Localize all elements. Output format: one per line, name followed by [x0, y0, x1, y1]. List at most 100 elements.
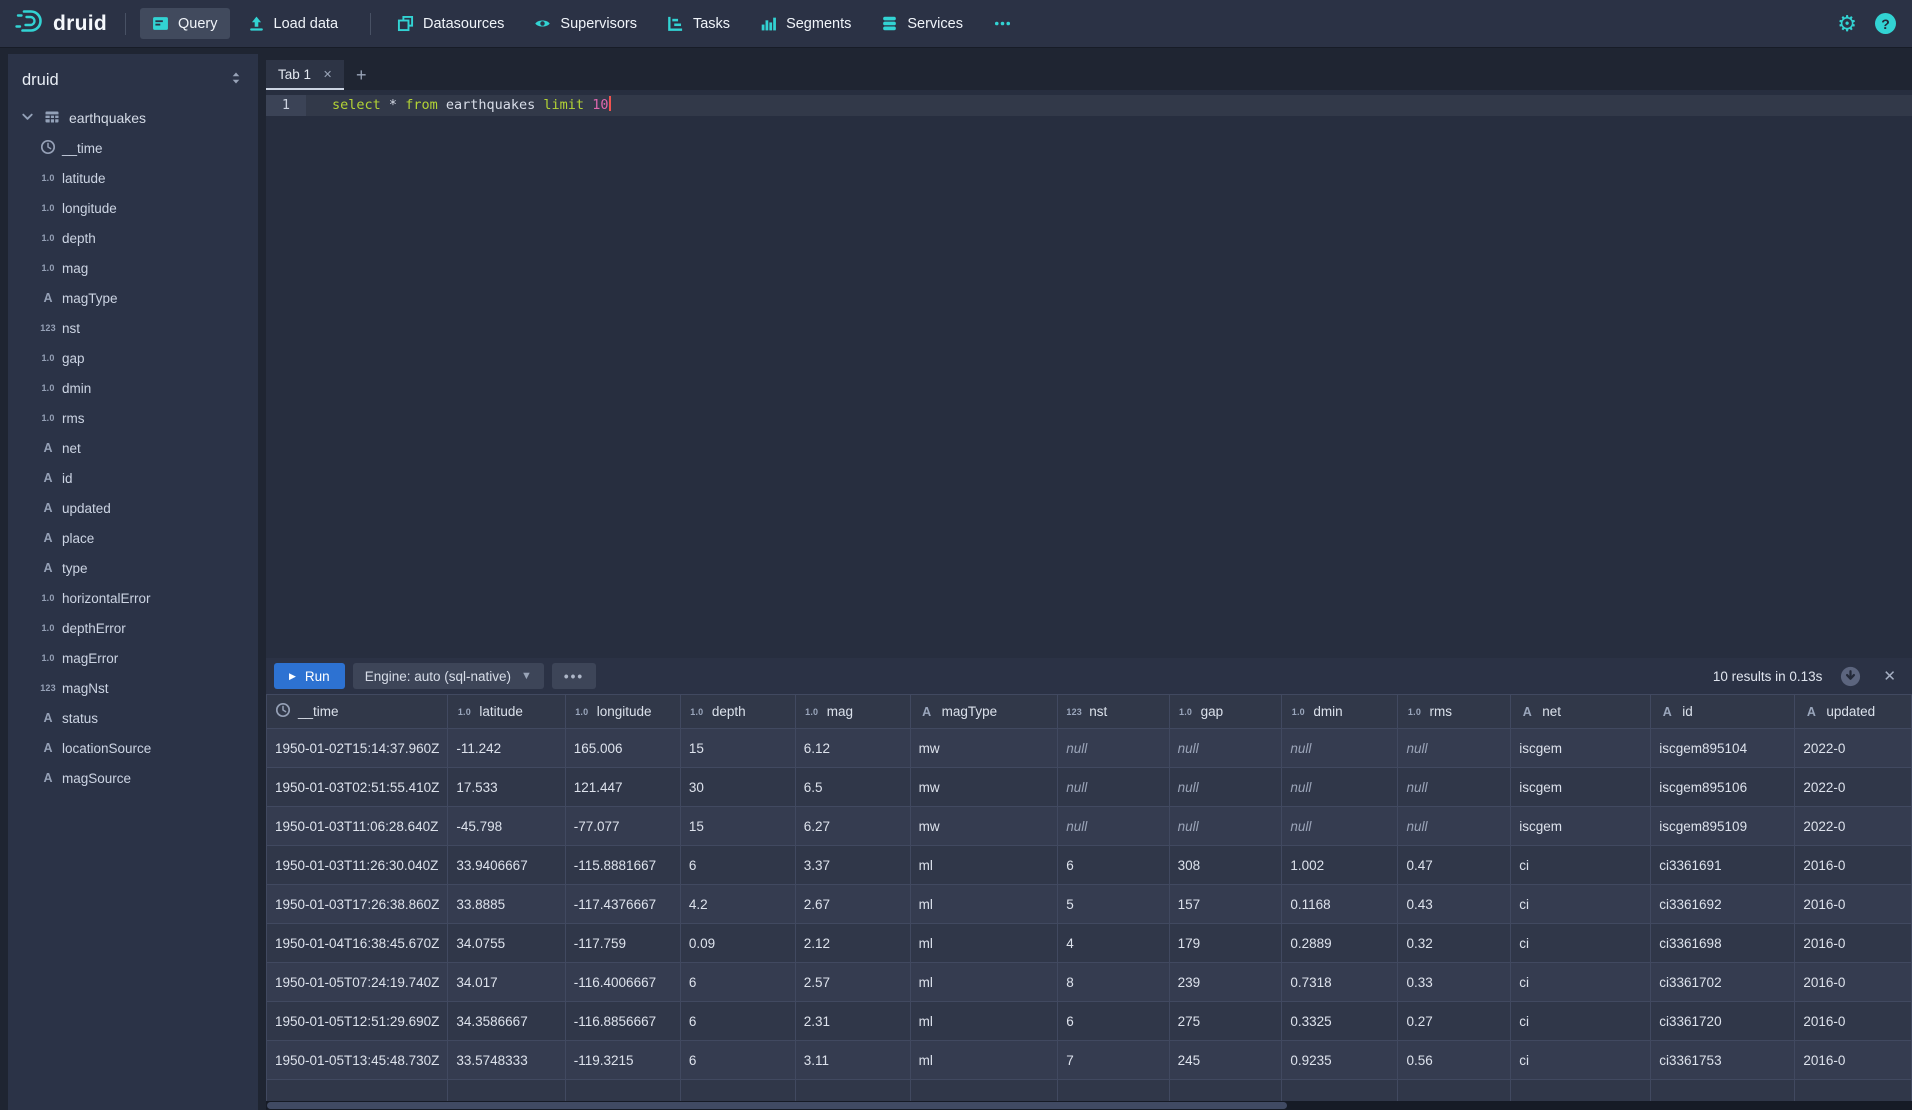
column-header-magType[interactable]: AmagType — [910, 695, 1058, 729]
column-header-dmin[interactable]: 1.0dmin — [1282, 695, 1398, 729]
cell-dmin[interactable]: 0.7318 — [1282, 963, 1398, 1002]
cell-gap[interactable]: 275 — [1169, 1002, 1282, 1041]
sidebar-column-net[interactable]: Anet — [8, 433, 258, 463]
cell-time[interactable]: 1950-01-04T16:38:45.670Z — [267, 924, 448, 963]
sidebar-column-nst[interactable]: 123nst — [8, 313, 258, 343]
editor-line-1[interactable]: 1 select * from earthquakes limit 10 — [266, 95, 1912, 116]
cell-dmin[interactable]: null — [1282, 807, 1398, 846]
cell-time[interactable]: 1950-01-03T11:06:28.640Z — [267, 807, 448, 846]
druid-logo[interactable]: druid — [14, 6, 107, 41]
cell-magType[interactable]: ml — [910, 924, 1058, 963]
cell-nst[interactable]: null — [1058, 807, 1169, 846]
cell-dmin[interactable]: 0.1168 — [1282, 885, 1398, 924]
cell-rms[interactable]: 0.43 — [1398, 885, 1511, 924]
cell-magType[interactable]: ml — [910, 885, 1058, 924]
cell-gap[interactable]: 179 — [1169, 924, 1282, 963]
cell-net[interactable]: ci — [1511, 1002, 1651, 1041]
cell-rms[interactable]: 0.33 — [1398, 963, 1511, 1002]
cell-mag[interactable]: 6.27 — [795, 807, 910, 846]
cell-rms[interactable]: null — [1398, 729, 1511, 768]
tab-tab1[interactable]: Tab 1 ✕ — [266, 60, 344, 90]
cell-magType[interactable]: ml — [910, 963, 1058, 1002]
cell-net[interactable]: ci — [1511, 1041, 1651, 1080]
scrollbar-thumb[interactable] — [267, 1102, 1287, 1109]
column-header-longitude[interactable]: 1.0longitude — [565, 695, 680, 729]
sidebar-column-magSource[interactable]: AmagSource — [8, 763, 258, 793]
cell-gap[interactable]: 239 — [1169, 963, 1282, 1002]
cell-longitude[interactable]: -117.4376667 — [565, 885, 680, 924]
cell-latitude[interactable]: 33.9406667 — [448, 846, 565, 885]
column-header-updated[interactable]: Aupdated — [1795, 695, 1912, 729]
cell-gap[interactable]: null — [1169, 807, 1282, 846]
sidebar-column-longitude[interactable]: 1.0longitude — [8, 193, 258, 223]
column-header-id[interactable]: Aid — [1651, 695, 1795, 729]
sidebar-column-latitude[interactable]: 1.0latitude — [8, 163, 258, 193]
column-header-nst[interactable]: 123nst — [1058, 695, 1169, 729]
nav-item-tasks[interactable]: Tasks — [655, 8, 742, 39]
cell-longitude[interactable]: -117.759 — [565, 924, 680, 963]
cell-nst[interactable]: 8 — [1058, 963, 1169, 1002]
run-button[interactable]: ▶ Run — [274, 663, 345, 689]
sidebar-column-status[interactable]: Astatus — [8, 703, 258, 733]
nav-item-supervisors[interactable]: Supervisors — [522, 8, 649, 39]
cell-dmin[interactable]: 0.9235 — [1282, 1041, 1398, 1080]
cell-updated[interactable]: 2016-0 — [1795, 1002, 1912, 1041]
settings-gear-icon[interactable]: ⚙ — [1837, 13, 1857, 35]
sql-editor[interactable]: 1 select * from earthquakes limit 10 — [266, 90, 1912, 658]
cell-dmin[interactable]: 1.002 — [1282, 846, 1398, 885]
cell-gap[interactable]: null — [1169, 729, 1282, 768]
sidebar-column-mag[interactable]: 1.0mag — [8, 253, 258, 283]
cell-updated[interactable]: 2016-0 — [1795, 885, 1912, 924]
more-options-button[interactable]: ••• — [552, 663, 596, 689]
cell-depth[interactable]: 0.09 — [680, 924, 795, 963]
cell-net[interactable]: ci — [1511, 846, 1651, 885]
cell-gap[interactable]: 245 — [1169, 1041, 1282, 1080]
cell-updated[interactable]: 2016-0 — [1795, 924, 1912, 963]
cell-time[interactable]: 1950-01-05T07:24:19.740Z — [267, 963, 448, 1002]
sidebar-column-place[interactable]: Aplace — [8, 523, 258, 553]
column-header-depth[interactable]: 1.0depth — [680, 695, 795, 729]
cell-latitude[interactable]: 34.0755 — [448, 924, 565, 963]
cell-latitude[interactable]: 33.5748333 — [448, 1041, 565, 1080]
nav-item-query[interactable]: Query — [140, 8, 230, 39]
cell-dmin[interactable]: 0.3325 — [1282, 1002, 1398, 1041]
cell-net[interactable]: iscgem — [1511, 729, 1651, 768]
cell-updated[interactable]: 2022-0 — [1795, 729, 1912, 768]
cell-mag[interactable]: 3.11 — [795, 1041, 910, 1080]
cell-depth[interactable]: 6 — [680, 1002, 795, 1041]
cell-updated[interactable]: 2016-0 — [1795, 963, 1912, 1002]
column-header-gap[interactable]: 1.0gap — [1169, 695, 1282, 729]
cell-longitude[interactable]: 165.006 — [565, 729, 680, 768]
cell-latitude[interactable]: -45.798 — [448, 807, 565, 846]
cell-depth[interactable]: 15 — [680, 729, 795, 768]
sidebar-column-magType[interactable]: AmagType — [8, 283, 258, 313]
column-header-rms[interactable]: 1.0rms — [1398, 695, 1511, 729]
cell-latitude[interactable]: 17.533 — [448, 768, 565, 807]
column-header-latitude[interactable]: 1.0latitude — [448, 695, 565, 729]
add-tab-button[interactable]: + — [344, 60, 378, 90]
sidebar-column-horizontalError[interactable]: 1.0horizontalError — [8, 583, 258, 613]
cell-mag[interactable]: 3.37 — [795, 846, 910, 885]
cell-mag[interactable]: 2.31 — [795, 1002, 910, 1041]
cell-nst[interactable]: 4 — [1058, 924, 1169, 963]
cell-longitude[interactable]: -116.4006667 — [565, 963, 680, 1002]
cell-id[interactable]: ci3361691 — [1651, 846, 1795, 885]
cell-longitude[interactable]: -115.8881667 — [565, 846, 680, 885]
cell-nst[interactable]: 6 — [1058, 1002, 1169, 1041]
cell-longitude[interactable]: 121.447 — [565, 768, 680, 807]
sidebar-column-dmin[interactable]: 1.0dmin — [8, 373, 258, 403]
sidebar-column-time[interactable]: __time — [8, 133, 258, 163]
cell-net[interactable]: iscgem — [1511, 807, 1651, 846]
cell-time[interactable]: 1950-01-03T02:51:55.410Z — [267, 768, 448, 807]
cell-id[interactable]: iscgem895109 — [1651, 807, 1795, 846]
chevron-down-icon[interactable] — [20, 109, 35, 127]
cell-dmin[interactable]: 0.2889 — [1282, 924, 1398, 963]
cell-longitude[interactable]: -116.8856667 — [565, 1002, 680, 1041]
horizontal-scrollbar[interactable] — [266, 1101, 1912, 1110]
cell-mag[interactable]: 6.12 — [795, 729, 910, 768]
help-icon[interactable]: ? — [1875, 13, 1896, 34]
double-caret-vertical-icon[interactable] — [228, 70, 244, 91]
cell-time[interactable]: 1950-01-03T11:26:30.040Z — [267, 846, 448, 885]
cell-depth[interactable]: 4.2 — [680, 885, 795, 924]
cell-nst[interactable]: 7 — [1058, 1041, 1169, 1080]
